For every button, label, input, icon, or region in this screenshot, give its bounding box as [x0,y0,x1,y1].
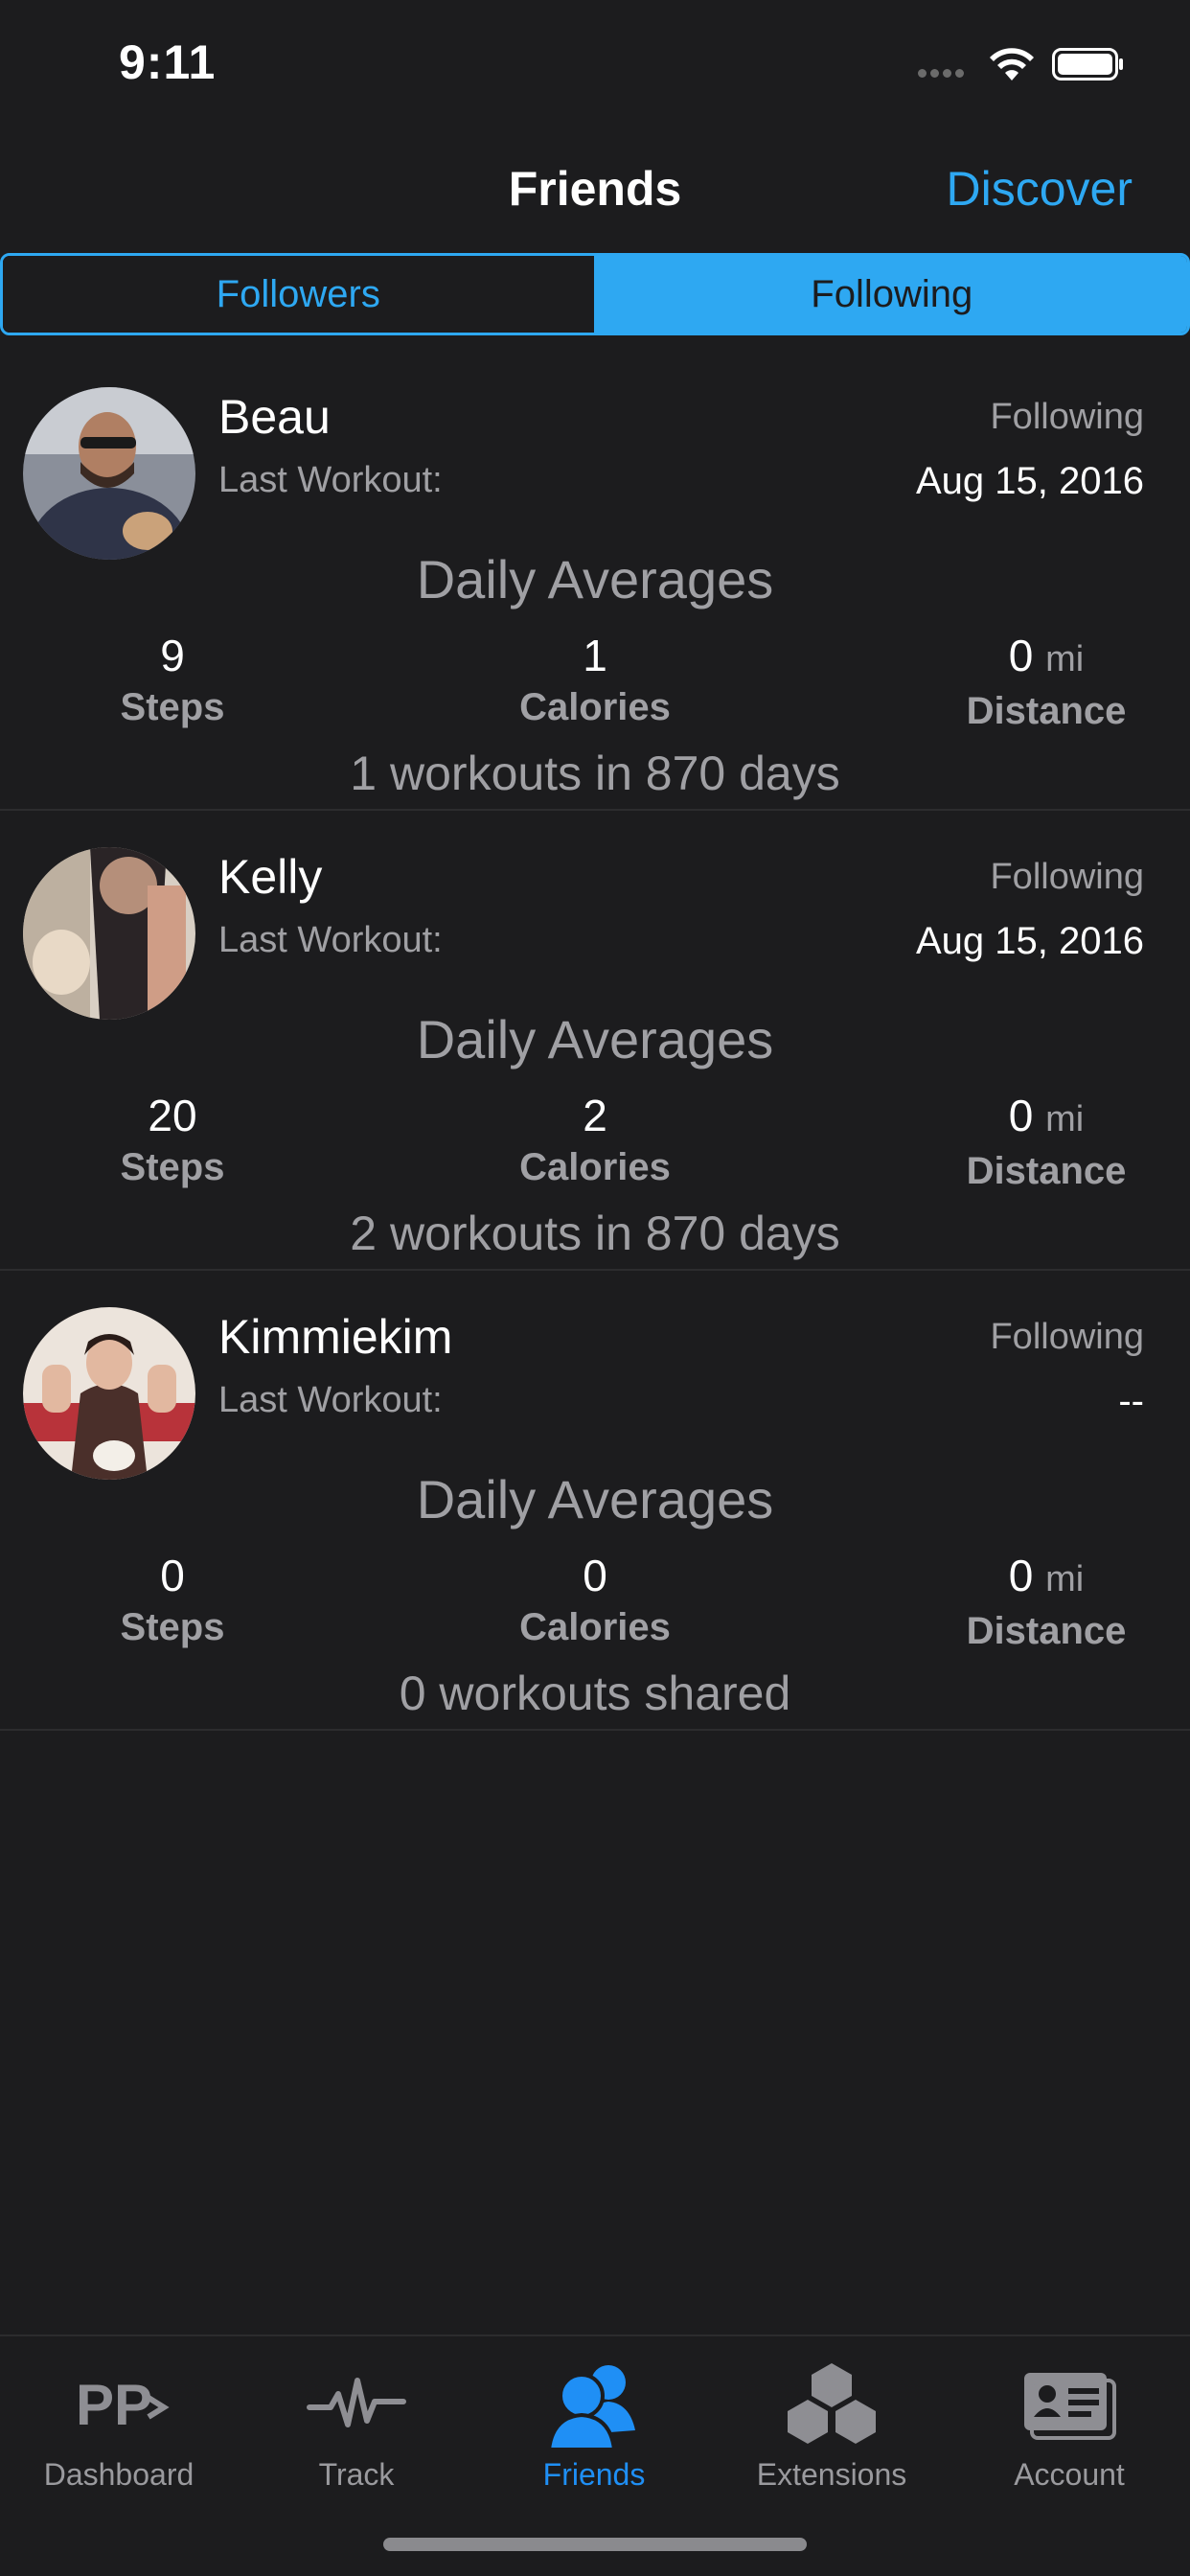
pp-logo-icon: PP [76,2373,170,2437]
workout-summary: 1 workouts in 870 days [350,747,840,800]
friend-card-kimmiekim[interactable]: Kimmiekim Following Last Workout: -- Dai… [0,1269,1190,1731]
cubes-icon [788,2363,876,2444]
tab-label: Account [1014,2457,1125,2492]
friend-name: Beau [218,390,331,444]
steps-label: Steps [120,1606,225,1648]
friend-name: Kelly [218,850,323,904]
distance-label: Distance [966,1610,1127,1652]
avatar [23,1307,195,1480]
wifi-icon [990,48,1034,80]
home-indicator[interactable] [383,2538,807,2551]
tab-followers[interactable]: Followers [3,256,597,333]
tab-label: Extensions [756,2457,907,2492]
daily-averages-heading: Daily Averages [416,1009,774,1070]
tab-label: Track [318,2457,395,2492]
steps-label: Steps [120,686,225,728]
daily-averages-heading: Daily Averages [416,1469,774,1530]
last-workout-label: Last Workout: [218,920,443,960]
workout-summary: 2 workouts in 870 days [350,1207,840,1260]
last-workout-label: Last Workout: [218,1380,443,1420]
avatar [23,387,195,560]
tab-following[interactable]: Following [596,256,1187,333]
tab-friends[interactable]: Friends [475,2346,713,2509]
tab-dashboard[interactable]: PP Dashboard [0,2346,238,2509]
status-bar: 9:11 [0,0,1190,134]
distance-label: Distance [966,1150,1127,1192]
followers-following-segmented-control: Followers Following [0,253,1190,335]
distance-unit: mi [1045,639,1085,679]
daily-averages-heading: Daily Averages [416,549,774,610]
calories-stat: 1 Calories [451,627,739,729]
calories-label: Calories [519,1146,671,1188]
distance-stat: 0 mi Distance [903,1547,1190,1653]
steps-stat: 20 Steps [29,1087,316,1189]
calories-label: Calories [519,1606,671,1648]
distance-stat: 0 mi Distance [903,1087,1190,1193]
friend-card-beau[interactable]: Beau Following Last Workout: Aug 15, 201… [0,349,1190,811]
workout-summary: 0 workouts shared [399,1667,791,1720]
distance-value: 0 [1008,631,1034,680]
last-workout-date: Aug 15, 2016 [916,920,1144,962]
steps-value: 9 [160,631,185,680]
svg-text:PP: PP [76,2373,152,2437]
calories-value: 2 [583,1091,607,1140]
follow-status: Following [990,1317,1144,1357]
last-workout-label: Last Workout: [218,460,443,500]
friend-name: Kimmiekim [218,1310,453,1364]
steps-label: Steps [120,1146,225,1188]
heartbeat-icon [307,2378,406,2427]
steps-stat: 9 Steps [29,627,316,729]
calories-stat: 0 Calories [451,1547,739,1649]
id-card-icon [1024,2373,1116,2440]
steps-stat: 0 Steps [29,1547,316,1649]
status-time: 9:11 [119,35,217,89]
tab-label: Dashboard [43,2457,195,2492]
tab-account[interactable]: Account [950,2346,1188,2509]
calories-stat: 2 Calories [451,1087,739,1189]
avatar [23,847,195,1020]
calories-label: Calories [519,686,671,728]
steps-value: 20 [148,1091,197,1140]
friend-card-kelly[interactable]: Kelly Following Last Workout: Aug 15, 20… [0,809,1190,1271]
distance-unit: mi [1045,1559,1085,1599]
tab-label: Friends [542,2457,646,2492]
distance-value: 0 [1008,1091,1034,1140]
calories-value: 1 [583,631,607,680]
tab-track[interactable]: Track [238,2346,475,2509]
distance-label: Distance [966,690,1127,732]
friends-screen: 9:11 Friends Discover Followers Followin… [0,0,1190,2576]
tab-extensions[interactable]: Extensions [713,2346,950,2509]
steps-value: 0 [160,1551,185,1600]
battery-icon [1052,48,1123,80]
distance-value: 0 [1008,1551,1034,1600]
distance-stat: 0 mi Distance [903,627,1190,733]
friends-icon [546,2365,635,2451]
distance-unit: mi [1045,1099,1085,1139]
calories-value: 0 [583,1551,607,1600]
follow-status: Following [990,857,1144,897]
discover-button[interactable]: Discover [947,161,1133,217]
follow-status: Following [990,397,1144,437]
cellular-signal-icon [918,65,975,79]
last-workout-date: Aug 15, 2016 [916,460,1144,502]
last-workout-date: -- [1118,1380,1144,1422]
